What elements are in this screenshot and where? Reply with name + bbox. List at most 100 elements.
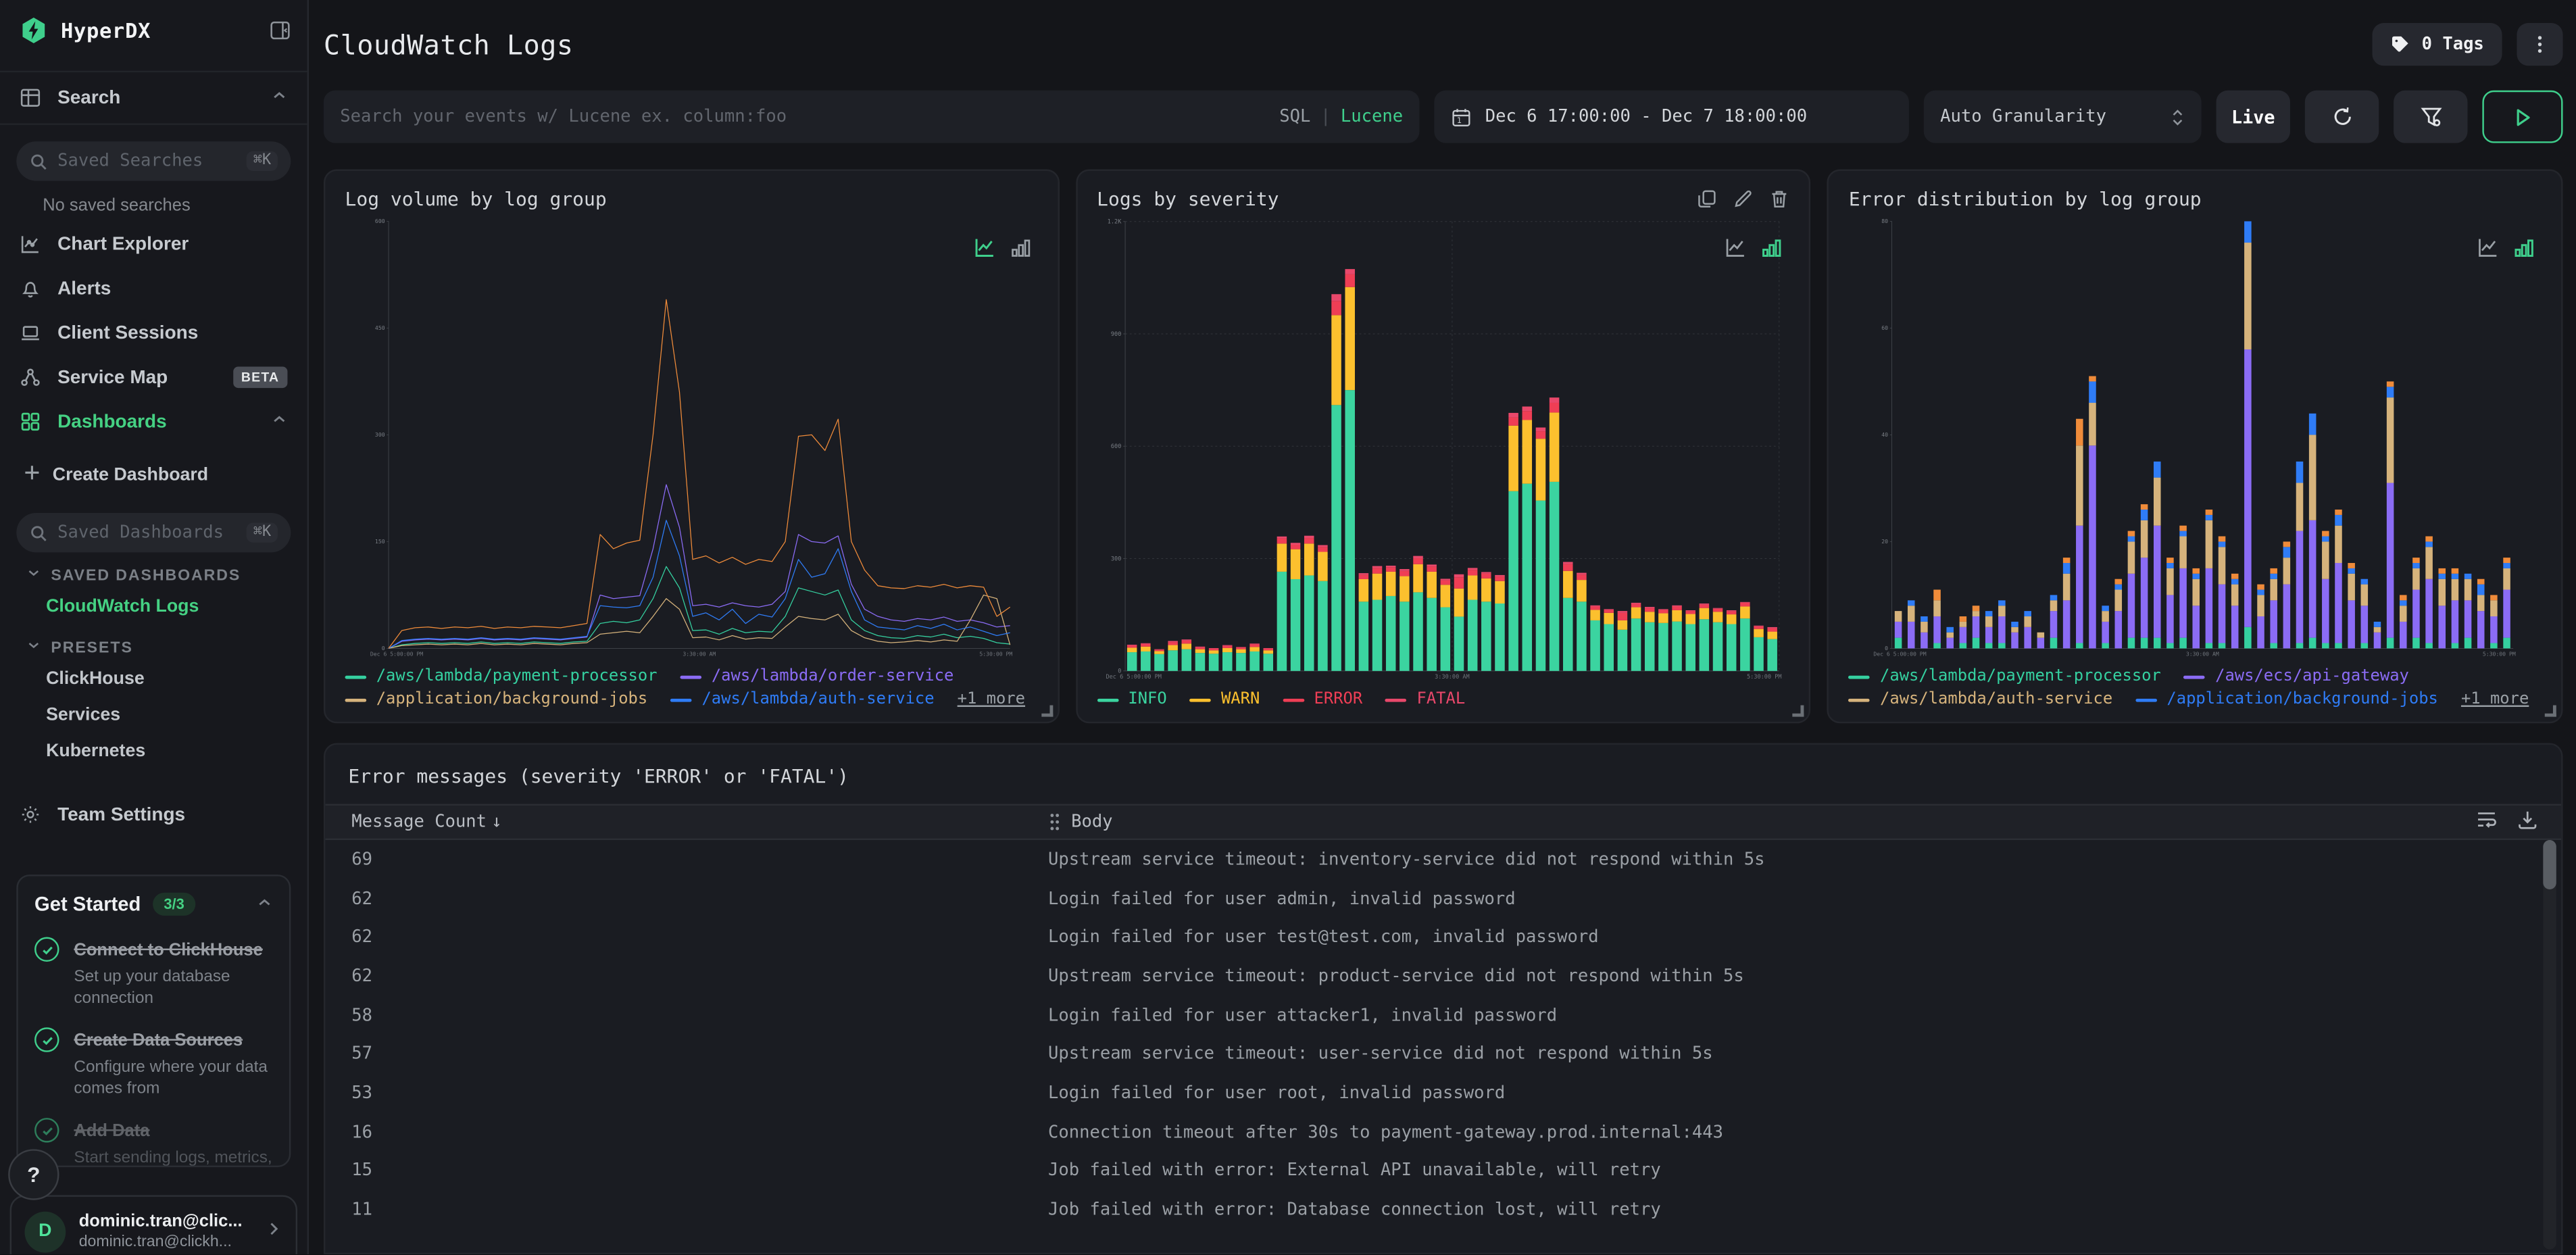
time-range-picker[interactable]: 1 Dec 6 17:00:00 - Dec 7 18:00:00	[1434, 90, 1909, 143]
legend-swatch	[680, 674, 702, 679]
wrap-text-button[interactable]	[2476, 809, 2498, 835]
legend-item[interactable]: /aws/lambda/auth-service	[1848, 691, 2112, 708]
legend-swatch	[345, 697, 367, 702]
preset-link-kubernetes[interactable]: Kubernetes	[0, 733, 307, 770]
page-menu-button[interactable]	[2517, 23, 2563, 66]
legend-item[interactable]: /application/background-jobs	[2135, 691, 2438, 708]
sidebar-item-client-sessions[interactable]: Client Sessions	[0, 311, 307, 355]
sidebar-item-dashboards[interactable]: Dashboards	[0, 399, 307, 444]
legend-item[interactable]: /aws/lambda/order-service	[680, 668, 953, 685]
svg-text:450: 450	[375, 324, 385, 331]
section-label: SAVED DASHBOARDS	[51, 566, 241, 585]
svg-text:5:30:00 PM: 5:30:00 PM	[2483, 650, 2517, 657]
legend-item[interactable]: /aws/lambda/payment-processor	[1848, 668, 2161, 685]
cell-body: Upstream service timeout: inventory-serv…	[1048, 850, 1765, 870]
sql-toggle[interactable]: SQL	[1279, 107, 1310, 126]
user-email: dominic.tran@clickh...	[78, 1232, 232, 1251]
bar-chart-toggle-icon[interactable]	[1762, 237, 1783, 258]
bar-chart-toggle-icon[interactable]	[2514, 237, 2535, 258]
table-row[interactable]: 15 Job failed with error: External API un…	[325, 1152, 2561, 1191]
live-button[interactable]: Live	[2216, 90, 2290, 143]
legend-more-link[interactable]: +1 more	[2461, 691, 2529, 709]
drag-handle-icon[interactable]	[1048, 812, 1061, 832]
refresh-button[interactable]	[2304, 90, 2379, 143]
sidebar-collapse-button[interactable]	[270, 20, 291, 41]
resize-handle[interactable]	[1793, 705, 1805, 717]
legend-item[interactable]: /application/background-jobs	[345, 691, 647, 708]
lucene-toggle[interactable]: Lucene	[1341, 107, 1403, 126]
granularity-select[interactable]: Auto Granularity	[1923, 90, 2202, 143]
resize-handle[interactable]	[2544, 705, 2556, 717]
legend-item[interactable]: FATAL	[1385, 691, 1465, 708]
run-query-button[interactable]	[2482, 90, 2563, 143]
table-scrollbar[interactable]	[2543, 840, 2556, 1250]
table-row[interactable]: 58 Login failed for user attacker1, inval…	[325, 995, 2561, 1035]
brand-row: HyperDX	[0, 0, 307, 57]
svg-text:1: 1	[1457, 115, 1462, 124]
user-menu[interactable]: D dominic.tran@clic... dominic.tran@clic…	[9, 1195, 298, 1255]
search-icon	[31, 153, 47, 169]
preset-link-clickhouse[interactable]: ClickHouse	[0, 661, 307, 697]
legend-item[interactable]: ERROR	[1283, 691, 1362, 708]
section-presets[interactable]: PRESETS	[0, 624, 307, 661]
bar-chart-toggle-icon[interactable]	[1010, 237, 1031, 258]
chart-canvas-logs-by-severity[interactable]: 03006009001.2KDec 6 5:00:00 PM 3:30:00 AM…	[1087, 217, 1800, 681]
get-started-step[interactable]: Add Data Start sending logs, metrics, or…	[34, 1114, 273, 1166]
chart-canvas-error-distribution[interactable]: 020406080Dec 6 5:00:00 PM 3:30:00 AM 5:30:…	[1839, 217, 2551, 658]
preset-link-services[interactable]: Services	[0, 697, 307, 733]
chevron-up-icon[interactable]	[256, 889, 272, 919]
sidebar-item-search[interactable]: Search	[0, 70, 307, 125]
line-chart-toggle-icon[interactable]	[1725, 237, 1747, 258]
create-dashboard-button[interactable]: Create Dashboard	[0, 453, 307, 496]
table-row[interactable]: 62 Upstream service timeout: product-serv…	[325, 957, 2561, 996]
chart-title: Error distribution by log group	[1848, 187, 2202, 211]
table-scrollbar-thumb[interactable]	[2543, 840, 2556, 889]
edit-icon[interactable]	[1734, 189, 1754, 209]
svg-text:60: 60	[1882, 324, 1889, 331]
sidebar-item-alerts[interactable]: Alerts	[0, 266, 307, 311]
table-row[interactable]: 11 Job failed with error: Database connec…	[325, 1191, 2561, 1230]
sidebar-item-label: Service Map	[57, 367, 168, 387]
legend-item[interactable]: WARN	[1189, 691, 1260, 708]
step-title: Create Data Sources	[74, 1031, 243, 1051]
line-chart-toggle-icon[interactable]	[974, 237, 995, 258]
sidebar-item-team-settings[interactable]: Team Settings	[0, 792, 307, 837]
table-row[interactable]: 62 Login failed for user test@test.com, i…	[325, 918, 2561, 957]
column-header-message-count[interactable]: Message Count ↓	[325, 812, 1048, 832]
download-csv-button[interactable]	[2517, 809, 2538, 835]
sidebar-item-chart-explorer[interactable]: Chart Explorer	[0, 222, 307, 266]
table-row[interactable]: 57 Upstream service timeout: user-service…	[325, 1035, 2561, 1074]
sidebar-item-service-map[interactable]: Service Map BETA	[0, 355, 307, 399]
legend-item[interactable]: /aws/ecs/api-gateway	[2183, 668, 2409, 685]
table-row[interactable]: 62 Login failed for user admin, invalid p…	[325, 879, 2561, 918]
legend-item[interactable]: INFO	[1097, 691, 1167, 708]
filter-button[interactable]	[2394, 90, 2468, 143]
table-row[interactable]: 53 Login failed for user root, invalid pa…	[325, 1074, 2561, 1113]
saved-dashboards-input[interactable]: Saved Dashboards ⌘K	[16, 512, 291, 553]
cell-message-count: 16	[351, 1122, 373, 1142]
table-row[interactable]: 69 Upstream service timeout: inventory-se…	[325, 840, 2561, 879]
help-button[interactable]: ?	[8, 1149, 59, 1200]
line-chart-toggle-icon[interactable]	[2477, 237, 2499, 258]
chevron-up-icon	[271, 411, 287, 433]
get-started-step[interactable]: Connect to ClickHouse Set up your databa…	[34, 934, 273, 1010]
cell-body: Job failed with error: Database connecti…	[1048, 1200, 1661, 1220]
step-title: Connect to ClickHouse	[74, 940, 263, 960]
shortcut-badge: ⌘K	[247, 522, 278, 543]
resize-handle[interactable]	[1041, 705, 1053, 717]
saved-searches-input[interactable]: Saved Searches ⌘K	[16, 141, 291, 181]
duplicate-icon[interactable]	[1698, 189, 1717, 209]
chart-canvas-log-volume[interactable]: 0150300450600Dec 6 5:00:00 PM 3:30:00 AM 5…	[335, 217, 1047, 658]
legend-more-link[interactable]: +1 more	[958, 691, 1025, 709]
sidebar-item-label: Team Settings	[57, 804, 186, 825]
section-saved-dashboards[interactable]: SAVED DASHBOARDS	[0, 552, 307, 589]
column-header-body[interactable]: Body	[1048, 812, 2479, 832]
get-started-step[interactable]: Create Data Sources Configure where your…	[34, 1024, 273, 1100]
table-row[interactable]: 16 Connection timeout after 30s to paymen…	[325, 1112, 2561, 1152]
tags-button[interactable]: 0 Tags	[2372, 23, 2502, 66]
delete-icon[interactable]	[1770, 189, 1789, 209]
legend-item[interactable]: /aws/lambda/auth-service	[670, 691, 935, 708]
event-search-input[interactable]: Search your events w/ Lucene ex. column:…	[323, 90, 1420, 143]
legend-item[interactable]: /aws/lambda/payment-processor	[345, 668, 658, 685]
dashboard-link-cloudwatch-logs[interactable]: CloudWatch Logs	[0, 589, 307, 625]
